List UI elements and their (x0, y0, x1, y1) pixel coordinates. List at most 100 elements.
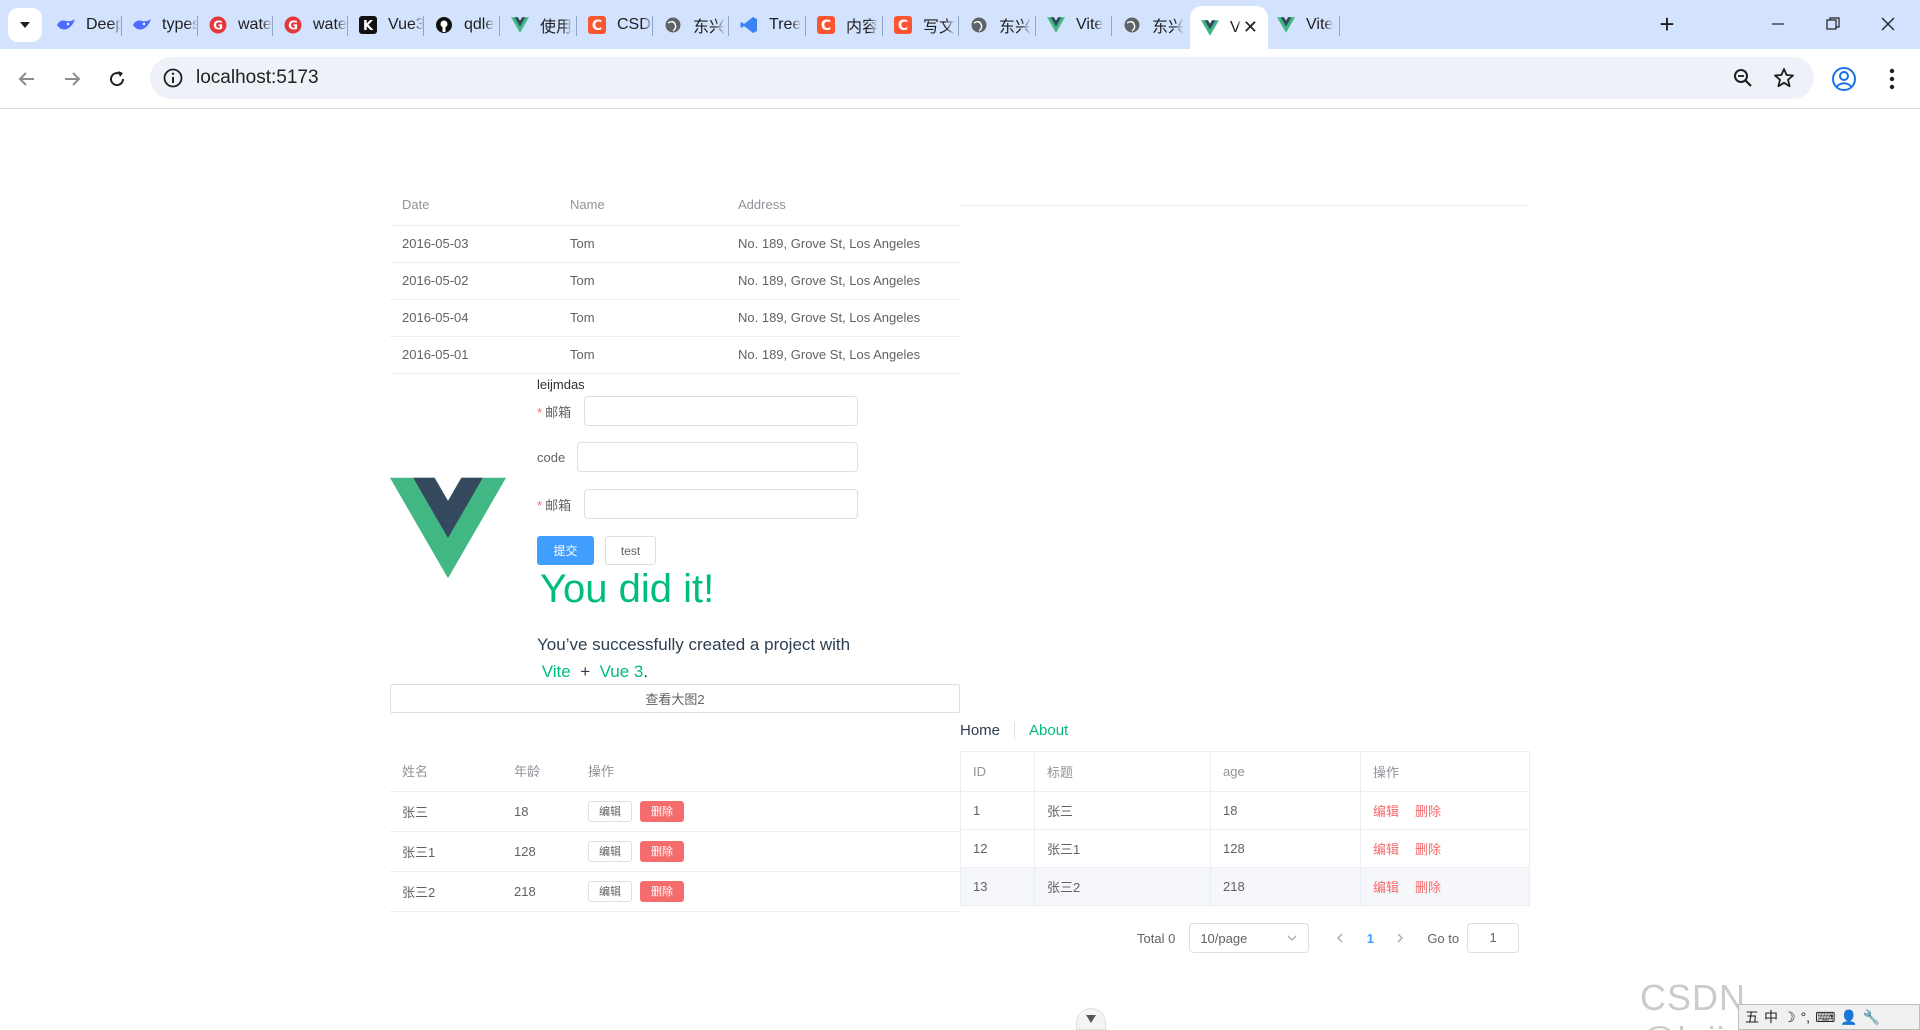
svg-text:G: G (288, 19, 298, 33)
form-title: leijmdas (537, 377, 585, 392)
tab-title: Tree (769, 16, 802, 33)
ime-item[interactable]: ☽ (1783, 1009, 1796, 1026)
column-header-date[interactable]: Date (390, 185, 558, 226)
forward-button[interactable] (54, 61, 90, 97)
browser-tab[interactable]: Gwate (198, 8, 273, 42)
table-row[interactable]: 2016-05-03 Tom No. 189, Grove St, Los Ange… (390, 225, 960, 263)
reload-button[interactable] (99, 61, 135, 97)
ime-item[interactable]: 五 (1745, 1007, 1759, 1027)
edit-button[interactable]: 编辑 (588, 840, 632, 862)
close-window-button[interactable] (1858, 6, 1918, 42)
browser-tab[interactable]: types (122, 8, 198, 42)
edit-button[interactable]: 编辑 (588, 880, 632, 902)
edit-button[interactable]: 编辑 (588, 800, 632, 822)
vue-link[interactable]: Vue 3 (600, 662, 644, 681)
browser-tab[interactable]: 使用 (500, 8, 577, 42)
delete-link[interactable]: 删除 (1415, 880, 1441, 895)
column-header-name[interactable]: Name (558, 185, 726, 226)
delete-link[interactable]: 删除 (1415, 842, 1441, 857)
new-tab-button[interactable]: + (1652, 10, 1682, 40)
browser-tab[interactable]: 东兴 (959, 8, 1036, 42)
delete-button[interactable]: 删除 (640, 880, 684, 902)
nav-about-link[interactable]: About (1015, 722, 1068, 739)
browser-tab[interactable]: Tree (729, 8, 806, 42)
column-header-name[interactable]: 姓名 (390, 751, 502, 792)
browser-tab[interactable]: Deep (46, 8, 122, 42)
restore-icon (1826, 17, 1840, 30)
browser-tab[interactable]: 东兴 (653, 8, 729, 42)
delete-link[interactable]: 删除 (1415, 804, 1441, 819)
edit-link[interactable]: 编辑 (1373, 842, 1399, 857)
browser-tab[interactable]: Gwate (273, 8, 348, 42)
table-row[interactable]: 13 张三2 218 编辑 删除 (960, 867, 1530, 906)
ime-item[interactable]: 🔧 (1863, 1009, 1880, 1026)
table-cell: Tom (558, 262, 726, 300)
table-row[interactable]: 1 张三 18 编辑 删除 (960, 791, 1530, 830)
table-cell: No. 189, Grove St, Los Angeles (726, 299, 960, 337)
view-large-image-button[interactable]: 查看大图2 (390, 684, 960, 713)
column-header-address[interactable]: Address (726, 185, 960, 226)
email2-form-item: * 邮箱 (537, 489, 571, 519)
browser-tab[interactable]: Vite (1266, 8, 1340, 42)
prev-page-button[interactable] (1325, 930, 1355, 946)
ime-item[interactable]: °, (1801, 1009, 1811, 1025)
browser-tab[interactable]: 东兴 (1112, 8, 1190, 42)
code-input[interactable] (577, 442, 858, 472)
delete-button[interactable]: 删除 (640, 840, 684, 862)
browser-tab[interactable]: V ✕ (1190, 6, 1268, 49)
ime-item[interactable]: 👤 (1840, 1009, 1857, 1026)
deepseek-icon (56, 15, 76, 35)
browser-tab[interactable]: K Vue3 (348, 8, 424, 42)
table-row[interactable]: 2016-05-04 Tom No. 189, Grove St, Los Ange… (390, 299, 960, 337)
browser-tab[interactable]: C 写文 (883, 8, 959, 42)
minimize-button[interactable] (1748, 6, 1808, 42)
edit-link[interactable]: 编辑 (1373, 804, 1399, 819)
table-row[interactable]: 张三2 218 编辑 删除 (390, 871, 960, 912)
page-size-select[interactable]: 10/page (1189, 923, 1310, 953)
table-cell: No. 189, Grove St, Los Angeles (726, 225, 960, 263)
site-info-icon[interactable] (162, 67, 184, 89)
browser-tab[interactable]: C CSDI (577, 8, 653, 42)
more-menu-icon[interactable] (1880, 65, 1904, 93)
browser-tab[interactable]: Vite (1036, 8, 1112, 42)
browser-tab[interactable]: C 内容 (806, 8, 883, 42)
column-header-age[interactable]: age (1210, 751, 1361, 792)
page-number-1[interactable]: 1 (1355, 931, 1385, 946)
address-bar[interactable]: localhost:5173 (150, 57, 1814, 99)
restore-button[interactable] (1803, 6, 1863, 42)
bookmark-star-icon[interactable] (1772, 66, 1796, 90)
browser-tab[interactable]: qdle (424, 8, 500, 42)
submit-button[interactable]: 提交 (537, 536, 594, 565)
table-row[interactable]: 12 张三1 128 编辑 删除 (960, 829, 1530, 868)
tab-title: 东兴 (693, 19, 726, 36)
zoom-icon[interactable] (1732, 67, 1754, 89)
vite-link[interactable]: Vite (542, 662, 571, 681)
ime-item[interactable]: 中 (1764, 1007, 1778, 1027)
test-button[interactable]: test (605, 536, 656, 565)
scroll-down-button[interactable] (1076, 1008, 1106, 1030)
column-header-actions[interactable]: 操作 (576, 751, 960, 792)
edit-link[interactable]: 编辑 (1373, 880, 1399, 895)
email2-input[interactable] (584, 489, 858, 519)
table-row[interactable]: 张三1 128 编辑 删除 (390, 831, 960, 872)
table-row[interactable]: 张三 18 编辑 删除 (390, 791, 960, 832)
email-input[interactable] (584, 396, 858, 426)
tab-search-button[interactable] (8, 8, 42, 42)
delete-button[interactable]: 删除 (640, 800, 684, 822)
url-text[interactable]: localhost:5173 (196, 67, 319, 89)
ime-item[interactable]: ⌨ (1815, 1009, 1835, 1026)
router-nav: Home About (960, 717, 1068, 743)
column-header-age[interactable]: 年龄 (502, 751, 576, 792)
table-row[interactable]: 2016-05-01 Tom No. 189, Grove St, Los Ange… (390, 336, 960, 374)
table-row[interactable]: 2016-05-02 Tom No. 189, Grove St, Los Ange… (390, 262, 960, 300)
column-header-actions[interactable]: 操作 (1360, 751, 1530, 792)
next-page-button[interactable] (1385, 930, 1415, 946)
tab-close-button[interactable]: ✕ (1243, 17, 1258, 38)
nav-home-link[interactable]: Home (960, 721, 1016, 739)
vue-logo-icon (390, 477, 506, 579)
goto-page-input[interactable]: 1 (1467, 923, 1520, 953)
profile-icon[interactable] (1830, 65, 1858, 93)
back-button[interactable] (9, 61, 45, 97)
column-header-title[interactable]: 标题 (1034, 751, 1211, 792)
column-header-id[interactable]: ID (960, 751, 1035, 792)
